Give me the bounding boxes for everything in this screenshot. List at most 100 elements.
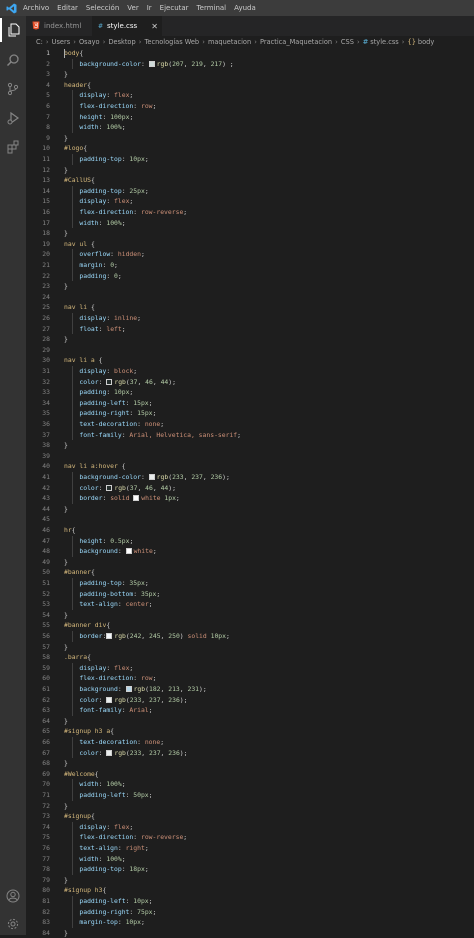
- code-line[interactable]: 61 background: rgb(182, 213, 231);: [26, 684, 474, 695]
- code-line[interactable]: 33 padding: 10px;: [26, 387, 474, 398]
- code-line[interactable]: 29: [26, 345, 474, 356]
- code-line[interactable]: 63 font-family: Arial;: [26, 705, 474, 716]
- code-line[interactable]: 18}: [26, 228, 474, 239]
- code-line[interactable]: 28}: [26, 334, 474, 345]
- color-swatch[interactable]: [133, 495, 140, 502]
- breadcrumb-practica[interactable]: Practica_Maquetacion: [260, 38, 332, 46]
- code-line[interactable]: 20 overflow: hidden;: [26, 249, 474, 260]
- code-line[interactable]: 81 padding-left: 10px;: [26, 896, 474, 907]
- code-line[interactable]: 35 padding-right: 15px;: [26, 408, 474, 419]
- settings-gear-icon[interactable]: [0, 912, 26, 936]
- breadcrumb-users[interactable]: Users: [52, 38, 70, 46]
- color-swatch[interactable]: [125, 548, 132, 555]
- code-line[interactable]: 49}: [26, 557, 474, 568]
- breadcrumb-drive[interactable]: C:: [26, 38, 43, 46]
- code-line[interactable]: 24: [26, 292, 474, 303]
- code-line[interactable]: 80 #signup h3{: [26, 885, 474, 896]
- code-line[interactable]: 5 display: flex;: [26, 90, 474, 101]
- code-line[interactable]: 31 display: block;: [26, 366, 474, 377]
- code-editor[interactable]: 1 body{2 background-color: rgb(207, 219, …: [26, 48, 474, 938]
- extensions-icon[interactable]: [0, 135, 26, 159]
- code-line[interactable]: 69 #Welcome{: [26, 769, 474, 780]
- code-line[interactable]: 6 flex-direction: row;: [26, 101, 474, 112]
- breadcrumb-desktop[interactable]: Desktop: [108, 38, 135, 46]
- code-line[interactable]: 14 padding-top: 25px;: [26, 186, 474, 197]
- code-line[interactable]: 9}: [26, 133, 474, 144]
- code-line[interactable]: 25 nav li {: [26, 302, 474, 313]
- code-line[interactable]: 22 padding: 0;: [26, 271, 474, 282]
- code-line[interactable]: 59 display: flex;: [26, 663, 474, 674]
- close-icon[interactable]: ✕: [151, 22, 158, 31]
- code-line[interactable]: 77 width: 100%;: [26, 854, 474, 865]
- code-line[interactable]: 7 height: 100px;: [26, 112, 474, 123]
- code-line[interactable]: 74 display: flex;: [26, 822, 474, 833]
- code-line[interactable]: 37 font-family: Arial, Helvetica, sans-s…: [26, 430, 474, 441]
- code-line[interactable]: 58 .barra{: [26, 652, 474, 663]
- breadcrumb-maquetacion[interactable]: maquetacion: [208, 38, 251, 46]
- code-line[interactable]: 21 margin: 0;: [26, 260, 474, 271]
- code-line[interactable]: 75 flex-direction: row-reverse;: [26, 832, 474, 843]
- color-swatch[interactable]: [148, 474, 155, 480]
- code-line[interactable]: 38}: [26, 440, 474, 451]
- menu-terminal[interactable]: Terminal: [193, 0, 231, 16]
- code-line[interactable]: 47 height: 0.5px;: [26, 536, 474, 547]
- tab-style-css[interactable]: # style.css ✕: [92, 16, 162, 36]
- code-line[interactable]: 40 nav li a:hover {: [26, 461, 474, 472]
- menu-ir[interactable]: Ir: [143, 0, 156, 16]
- color-swatch[interactable]: [148, 60, 155, 67]
- code-line[interactable]: 17 width: 100%;: [26, 218, 474, 229]
- code-line[interactable]: 78 padding-top: 18px;: [26, 864, 474, 875]
- code-line[interactable]: 26 display: inline;: [26, 313, 474, 324]
- account-icon[interactable]: [0, 884, 26, 908]
- tab-index-html[interactable]: index.html: [26, 16, 92, 36]
- menu-archivo[interactable]: Archivo: [19, 0, 53, 16]
- run-debug-icon[interactable]: [0, 106, 26, 130]
- color-swatch[interactable]: [106, 633, 113, 639]
- code-line[interactable]: 13 #CallUS{: [26, 175, 474, 186]
- code-line[interactable]: 3}: [26, 69, 474, 80]
- source-control-icon[interactable]: [0, 77, 26, 101]
- code-line[interactable]: 10 #logo{: [26, 143, 474, 154]
- breadcrumb-user[interactable]: Osayo: [79, 38, 100, 46]
- code-line[interactable]: 39: [26, 451, 474, 462]
- code-line[interactable]: 53 text-align: center;: [26, 599, 474, 610]
- code-line[interactable]: 84}: [26, 928, 474, 938]
- color-swatch[interactable]: [106, 749, 113, 756]
- code-line[interactable]: 23}: [26, 281, 474, 292]
- breadcrumb-symbol[interactable]: body: [418, 38, 434, 46]
- code-line[interactable]: 19 nav ul {: [26, 239, 474, 250]
- menu-ayuda[interactable]: Ayuda: [230, 0, 260, 16]
- explorer-icon[interactable]: [0, 18, 26, 42]
- breadcrumb-file[interactable]: style.css: [370, 38, 398, 46]
- code-line[interactable]: 27 float: left;: [26, 324, 474, 335]
- code-line[interactable]: 50 #banner{: [26, 567, 474, 578]
- code-line[interactable]: 42 color: rgb(37, 46, 44);: [26, 483, 474, 494]
- code-line[interactable]: 48 background: white;: [26, 546, 474, 557]
- code-line[interactable]: 32 color: rgb(37, 46, 44);: [26, 377, 474, 388]
- code-line[interactable]: 68}: [26, 758, 474, 769]
- menu-ver[interactable]: Ver: [123, 0, 142, 16]
- code-line[interactable]: 73 #signup{: [26, 811, 474, 822]
- code-line[interactable]: 64}: [26, 716, 474, 727]
- code-line[interactable]: 15 display: flex;: [26, 196, 474, 207]
- menu-seleccion[interactable]: Selección: [82, 0, 123, 16]
- code-line[interactable]: 66 text-decoration: none;: [26, 737, 474, 748]
- code-line[interactable]: 8 width: 100%;: [26, 122, 474, 133]
- code-line[interactable]: 83 margin-top: 10px;: [26, 917, 474, 928]
- code-line[interactable]: 16 flex-direction: row-reverse;: [26, 207, 474, 218]
- code-line[interactable]: 71 padding-left: 50px;: [26, 790, 474, 801]
- code-line[interactable]: 46 hr{: [26, 525, 474, 536]
- code-line[interactable]: 30 nav li a {: [26, 355, 474, 366]
- color-swatch[interactable]: [125, 686, 132, 692]
- breadcrumb-tecnologias[interactable]: Tecnologías Web: [144, 38, 199, 46]
- code-line[interactable]: 76 text-align: right;: [26, 843, 474, 854]
- code-line[interactable]: 4 header{: [26, 80, 474, 91]
- code-line[interactable]: 44}: [26, 504, 474, 515]
- color-swatch[interactable]: [106, 378, 113, 385]
- code-line[interactable]: 62 color: rgb(233, 237, 236);: [26, 695, 474, 706]
- code-line[interactable]: 41 background-color: rgb(233, 237, 236);: [26, 472, 474, 483]
- breadcrumb-css-folder[interactable]: CSS: [341, 38, 354, 46]
- code-line[interactable]: 60 flex-direction: row;: [26, 673, 474, 684]
- code-line[interactable]: 2 background-color: rgb(207, 219, 217) ;: [26, 59, 474, 70]
- code-line[interactable]: 65 #signup h3 a{: [26, 726, 474, 737]
